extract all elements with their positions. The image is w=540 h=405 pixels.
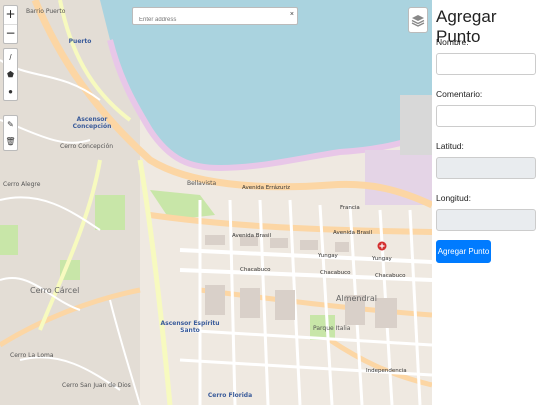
layers-button[interactable] bbox=[408, 7, 428, 33]
trash-icon[interactable]: 🗑 bbox=[4, 133, 17, 150]
comentario-field-wrapper bbox=[436, 105, 537, 127]
agregar-punto-button[interactable]: Agregar Punto bbox=[436, 240, 491, 263]
label-chacabuco: Chacabuco bbox=[240, 267, 271, 273]
edit-icon[interactable]: ✎ bbox=[4, 116, 17, 133]
nombre-input[interactable] bbox=[437, 54, 537, 75]
label-chacabuco-2: Chacabuco bbox=[320, 270, 351, 276]
longitud-input bbox=[437, 210, 537, 231]
label-yungay-2: Yungay bbox=[372, 256, 392, 262]
label-ascensor-espiritu-santo: Ascensor Espíritu Santo bbox=[160, 320, 220, 334]
label-chacabuco-3: Chacabuco bbox=[375, 273, 406, 279]
label-francia: Francia bbox=[340, 205, 360, 211]
comentario-input[interactable] bbox=[437, 106, 537, 127]
label-avenida-errazuriz: Avenida Errázuriz bbox=[242, 185, 291, 191]
label-almendral: Almendral bbox=[336, 294, 377, 303]
label-cerro-alegre: Cerro Alegre bbox=[3, 181, 41, 188]
nombre-label: Nombre: bbox=[436, 37, 469, 47]
layers-icon bbox=[411, 15, 425, 27]
zoom-out-button[interactable]: − bbox=[4, 24, 17, 43]
label-yungay: Yungay bbox=[318, 253, 338, 259]
zoom-control: + − bbox=[3, 5, 18, 44]
marker-icon[interactable]: ● bbox=[4, 83, 17, 100]
label-barrio-puerto: Barrio Puerto bbox=[26, 8, 66, 15]
latitud-field-wrapper bbox=[436, 157, 537, 179]
comentario-label: Comentario: bbox=[436, 89, 483, 99]
label-cerro-concepcion: Cerro Concepción bbox=[60, 143, 114, 150]
label-bellavista: Bellavista bbox=[187, 180, 217, 187]
label-independencia: Independencia bbox=[366, 368, 407, 374]
map-view[interactable]: Barrio Puerto Puerto Ascensor Concepción… bbox=[0, 0, 432, 405]
label-avenida-brasil-2: Avenida Brasil bbox=[333, 230, 373, 236]
label-parque-italia: Parque Italia bbox=[313, 325, 351, 332]
label-avenida-brasil: Avenida Brasil bbox=[232, 233, 272, 239]
zoom-in-button[interactable]: + bbox=[4, 6, 17, 24]
address-search-input[interactable] bbox=[133, 12, 289, 28]
polyline-icon[interactable]: / bbox=[4, 49, 17, 66]
longitud-field-wrapper bbox=[436, 209, 537, 231]
polygon-icon[interactable]: ⬟ bbox=[4, 66, 17, 83]
label-puerto: Puerto bbox=[68, 38, 92, 45]
label-cerro-san-juan: Cerro San Juan de Dios bbox=[62, 382, 131, 389]
add-point-panel: Agregar Punto Nombre: Comentario: Latitu… bbox=[432, 0, 540, 405]
address-search-box: × bbox=[132, 7, 298, 28]
longitud-label: Longitud: bbox=[436, 193, 471, 203]
label-cerro-florida: Cerro Florida bbox=[207, 392, 253, 399]
edit-toolbar: ✎ 🗑 bbox=[3, 115, 18, 151]
map-tiles bbox=[0, 0, 432, 405]
label-ascensor-concepcion: Ascensor Concepción bbox=[72, 116, 112, 130]
clear-search-icon[interactable]: × bbox=[290, 11, 294, 18]
latitud-label: Latitud: bbox=[436, 141, 464, 151]
nombre-field-wrapper bbox=[436, 53, 537, 75]
latitud-input bbox=[437, 158, 537, 179]
label-cerro-carcel: Cerro Cárcel bbox=[30, 286, 80, 295]
label-cerro-la-loma: Cerro La Loma bbox=[10, 352, 54, 359]
draw-toolbar: / ⬟ ● bbox=[3, 48, 18, 101]
